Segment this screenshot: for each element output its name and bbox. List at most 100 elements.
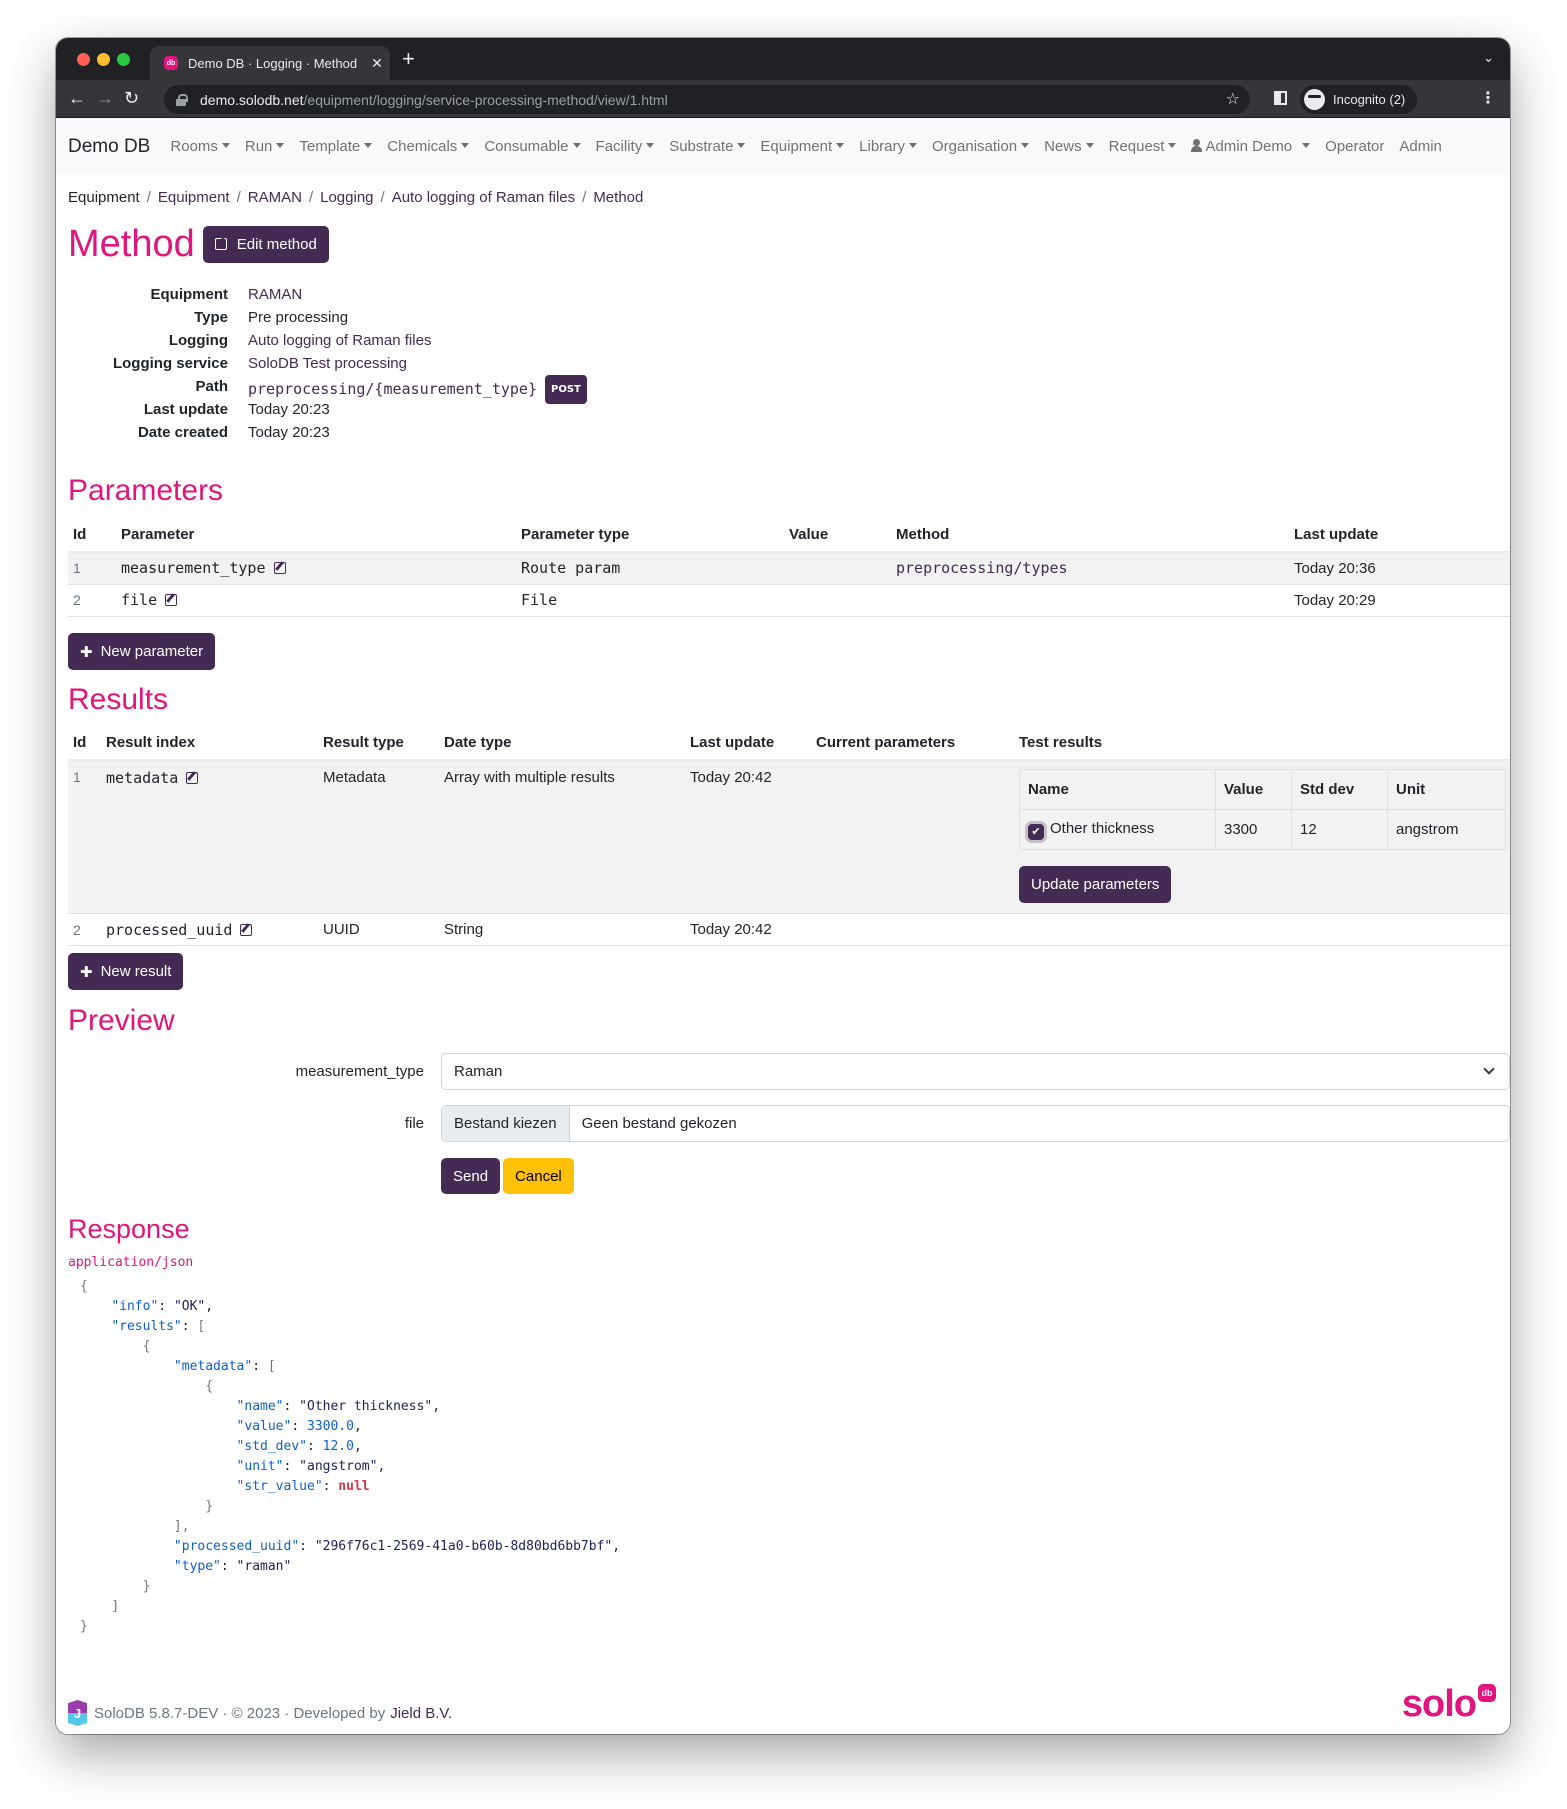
result-date-type: Array with multiple results <box>439 760 685 914</box>
nav-facility[interactable]: Facility <box>596 138 655 155</box>
nav-substrate[interactable]: Substrate <box>669 138 746 155</box>
send-button[interactable]: Send <box>441 1158 501 1194</box>
forward-button[interactable]: → <box>96 88 114 108</box>
nav-label: Request <box>1108 138 1165 155</box>
prop-value: Today 20:23 <box>248 424 330 441</box>
nav-chemicals[interactable]: Chemicals <box>387 138 470 155</box>
col-result-type: Result type <box>318 725 439 761</box>
side-panel-icon[interactable] <box>1274 91 1287 105</box>
breadcrumb-raman[interactable]: RAMAN <box>248 189 302 206</box>
back-button[interactable]: ← <box>68 88 86 108</box>
brand-link[interactable]: Demo DB <box>68 136 150 158</box>
prop-path: Path preprocessing/{measurement_type} POST <box>68 375 587 404</box>
close-window-button[interactable] <box>77 53 90 66</box>
nav-rooms[interactable]: Rooms <box>170 138 230 155</box>
nav-operator[interactable]: Operator <box>1325 138 1384 155</box>
caret-down-icon <box>836 143 845 148</box>
browser-tab[interactable]: db Demo DB · Logging · Method ✕ <box>150 46 390 80</box>
result-last-update: Today 20:42 <box>685 760 811 914</box>
parameters-table: Id Parameter Parameter type Value Method… <box>68 517 1510 617</box>
test-result-row: ✔ Other thickness 3300 12 angstrom <box>1019 809 1506 850</box>
prop-label: Path <box>195 378 228 395</box>
plus-icon: ✚ <box>80 963 93 981</box>
lock-icon[interactable] <box>176 93 188 106</box>
nav-label: Consumable <box>484 138 569 155</box>
nav-template[interactable]: Template <box>299 138 373 155</box>
incognito-profile-button[interactable]: Incognito (2) <box>1300 85 1418 114</box>
nav-admin[interactable]: Admin <box>1399 138 1442 155</box>
browser-menu-icon[interactable]: ⋮ <box>1480 88 1496 108</box>
selected-value: Raman <box>454 1063 503 1080</box>
measurement-type-select[interactable]: Raman <box>441 1053 1510 1090</box>
update-parameters-button[interactable]: Update parameters <box>1019 866 1172 903</box>
bookmark-star-icon[interactable]: ☆ <box>1226 89 1240 109</box>
browser-window: db Demo DB · Logging · Method ✕ + ⌄ ← → … <box>56 38 1510 1734</box>
nav-run[interactable]: Run <box>245 138 285 155</box>
edit-method-button[interactable]: Edit method <box>202 225 329 263</box>
nav-organisation[interactable]: Organisation <box>932 138 1030 155</box>
results-table: Id Result index Result type Date type La… <box>68 725 1510 946</box>
nav-label: Facility <box>595 138 643 155</box>
parameter-value <box>784 552 891 585</box>
test-results-table: Name Value Std dev Unit ✔ Other thickness <box>1019 769 1506 850</box>
row-id: 1 <box>68 760 101 914</box>
url-input[interactable]: demo.solodb.net/equipment/logging/servic… <box>164 85 1250 114</box>
new-parameter-label: New parameter <box>100 643 204 660</box>
file-input[interactable]: Bestand kiezen Geen bestand gekozen <box>441 1105 1510 1142</box>
caret-down-icon <box>646 143 655 148</box>
breadcrumb-logging[interactable]: Logging <box>320 189 373 206</box>
row-id: 1 <box>68 552 116 585</box>
tab-title: Demo DB · Logging · Method <box>188 55 358 71</box>
equipment-link[interactable]: RAMAN <box>248 286 302 303</box>
prop-value: Today 20:23 <box>248 401 330 418</box>
logging-link[interactable]: Auto logging of Raman files <box>248 332 431 349</box>
edit-result-icon[interactable] <box>186 772 199 784</box>
result-index: processed_uuid <box>106 920 233 939</box>
file-name: Geen bestand gekozen <box>581 1115 737 1132</box>
edit-parameter-icon[interactable] <box>273 562 286 575</box>
nav-label: Template <box>299 138 361 155</box>
nav-equipment[interactable]: Equipment <box>760 138 845 155</box>
cancel-button[interactable]: Cancel <box>503 1158 574 1194</box>
breadcrumb-method[interactable]: Method <box>593 189 643 206</box>
prop-logging: Logging Auto logging of Raman files <box>68 329 587 352</box>
close-tab-icon[interactable]: ✕ <box>364 55 390 72</box>
choose-file-button[interactable]: Bestand kiezen <box>442 1106 570 1141</box>
col-unit: Unit <box>1387 769 1506 810</box>
nav-user-menu[interactable]: Admin Demo <box>1191 138 1311 155</box>
col-id: Id <box>68 725 101 761</box>
nav-library[interactable]: Library <box>859 138 917 155</box>
caret-down-icon <box>364 143 373 148</box>
tab-search-chevron-icon[interactable]: ⌄ <box>1483 50 1494 66</box>
edit-method-label: Edit method <box>236 235 317 253</box>
db-badge-icon: db <box>1478 1684 1496 1702</box>
new-parameter-button[interactable]: ✚ New parameter <box>68 633 216 670</box>
caret-down-icon <box>1302 143 1311 148</box>
prop-equipment: Equipment RAMAN <box>68 283 587 306</box>
logging-service-link[interactable]: SoloDB Test processing <box>248 355 407 372</box>
breadcrumb-auto-logging[interactable]: Auto logging of Raman files <box>392 189 575 206</box>
minimize-window-button[interactable] <box>97 53 110 66</box>
nav-request[interactable]: Request <box>1109 138 1177 155</box>
nav-consumable[interactable]: Consumable <box>484 138 581 155</box>
col-value: Value <box>1215 769 1292 810</box>
breadcrumb-equipment[interactable]: Equipment <box>158 189 230 206</box>
new-tab-button[interactable]: + <box>402 48 415 70</box>
nav-news[interactable]: News <box>1044 138 1094 155</box>
edit-parameter-icon[interactable] <box>165 594 178 606</box>
test-result-value: 3300 <box>1215 809 1292 850</box>
edit-result-icon[interactable] <box>240 923 253 936</box>
breadcrumb-root: Equipment <box>68 189 140 206</box>
file-label: file <box>404 1115 424 1132</box>
col-value: Value <box>784 517 891 553</box>
maximize-window-button[interactable] <box>117 53 130 66</box>
reload-button[interactable]: ↻ <box>124 88 139 108</box>
page-content: Demo DB Rooms Run Template Chemicals Con… <box>56 118 1510 1734</box>
measurement-type-row: measurement_type Raman <box>68 1053 1510 1090</box>
new-result-button[interactable]: ✚ New result <box>68 953 184 990</box>
developer-link[interactable]: Jield B.V. <box>390 1705 452 1722</box>
test-results-cell <box>1014 913 1510 946</box>
test-result-checkbox[interactable]: ✔ <box>1028 823 1044 840</box>
result-type: UUID <box>318 913 439 946</box>
prop-label: Last update <box>143 401 228 418</box>
